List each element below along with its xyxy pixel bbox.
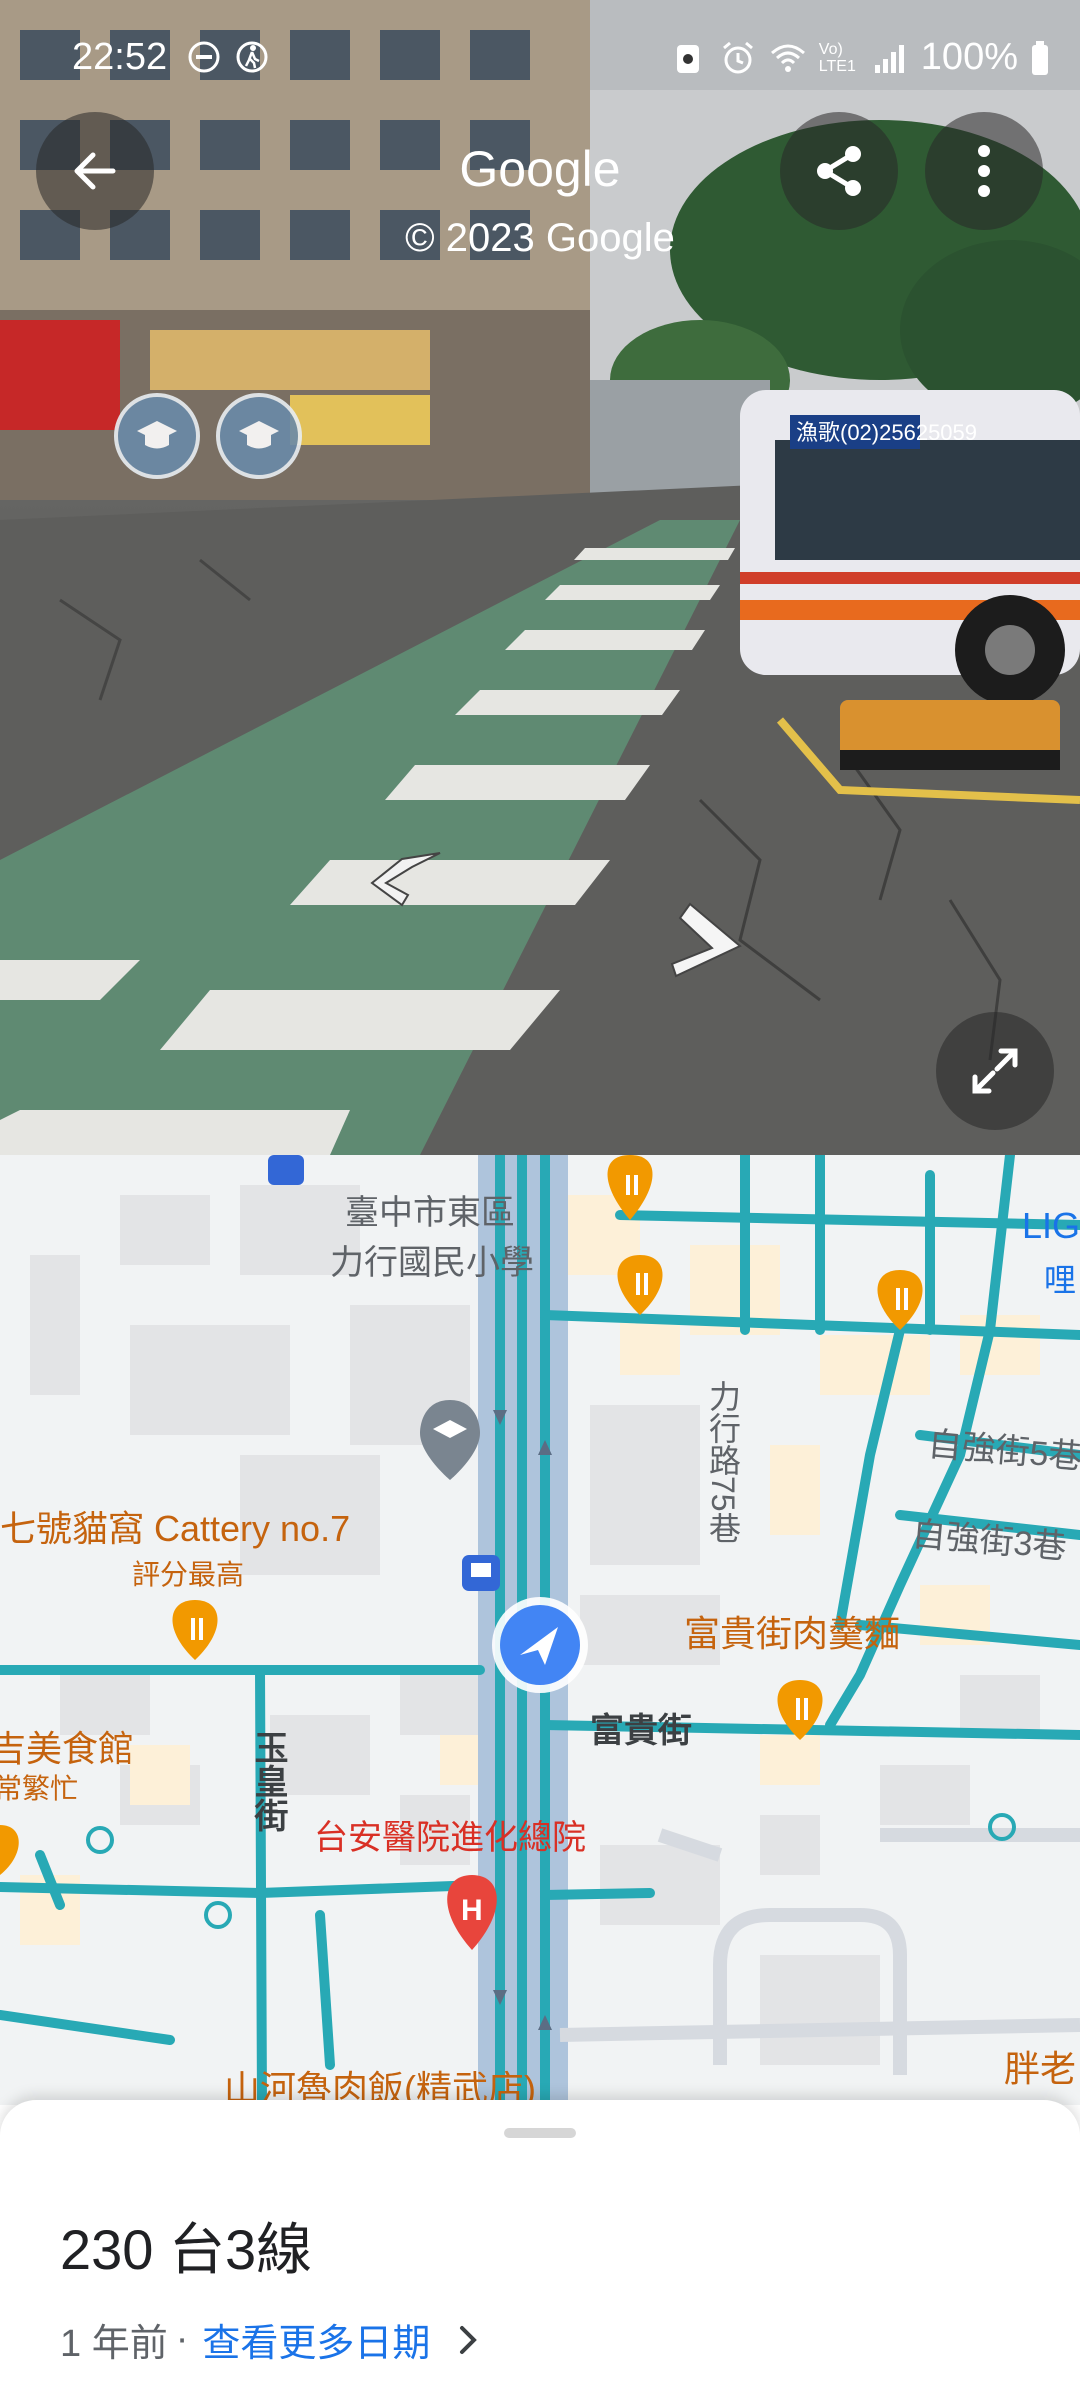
copyright-text: © 2023 Google xyxy=(405,216,675,260)
more-vertical-icon xyxy=(978,145,990,197)
map-label-light[interactable]: LIG xyxy=(1022,1205,1080,1247)
status-left-icons xyxy=(185,38,271,76)
expand-icon xyxy=(972,1048,1018,1094)
school-marker[interactable] xyxy=(114,393,200,479)
walking-icon xyxy=(236,41,268,73)
navigate-left-arrow[interactable] xyxy=(362,845,452,915)
map-label-food-hall[interactable]: 吉美食館 xyxy=(0,1720,134,1772)
chevron-right-icon[interactable] xyxy=(448,2320,488,2360)
alarm-icon xyxy=(722,41,753,73)
battery-icon xyxy=(1032,40,1048,75)
map-view[interactable]: H 臺中市東區 力行國民小學 七號貓窩 Cattery no.7 評分最高 力行… xyxy=(0,1155,1080,2105)
place-bottom-sheet[interactable]: 230 台3線 1 年前 · 查看更多日期 xyxy=(0,2100,1080,2400)
status-bar: 22:52 Vo) LTE1 100% xyxy=(0,0,1080,88)
network-type: Vo) LTE1 xyxy=(818,40,856,75)
svg-text:H: H xyxy=(461,1894,483,1927)
nfc-icon xyxy=(676,44,699,73)
street-view-title: Google xyxy=(459,141,621,197)
map-canvas: H xyxy=(0,1155,1080,2105)
map-label-light-sub: 哩 xyxy=(1044,1262,1077,1298)
share-button[interactable] xyxy=(780,112,898,230)
map-label-pang[interactable]: 胖老 xyxy=(1004,2040,1076,2092)
status-right-icons: Vo) LTE1 100% xyxy=(669,36,1050,79)
more-dates-link[interactable]: 查看更多日期 xyxy=(202,2312,430,2367)
bus-stop-icon[interactable] xyxy=(268,1155,304,1185)
more-options-button[interactable] xyxy=(925,112,1043,230)
share-icon xyxy=(817,146,861,196)
separator-dot: · xyxy=(175,2318,189,2360)
map-label-cattery[interactable]: 七號貓窩 Cattery no.7 xyxy=(0,1500,350,1552)
map-label-cattery-sub: 評分最高 xyxy=(132,1559,245,1590)
bus-sign-text: 漁歌(02)25625059 xyxy=(796,420,977,445)
map-label-yuhuang: 玉皇街 xyxy=(249,1730,287,1832)
wifi-icon xyxy=(770,44,805,72)
map-label-braised-pork[interactable]: 山河魯肉飯(精武店) xyxy=(224,2060,536,2105)
imagery-age: 1 年前 xyxy=(60,2323,168,2365)
map-label-hospital[interactable]: 台安醫院進化總院 xyxy=(314,1810,586,1859)
do-not-disturb-icon xyxy=(188,41,220,73)
map-label-fugui-noodle[interactable]: 富貴街肉羹麵 xyxy=(684,1605,900,1657)
status-time: 22:52 xyxy=(72,36,168,78)
map-label-food-hall-sub: 常繁忙 xyxy=(0,1773,79,1804)
school-icon xyxy=(239,421,279,449)
map-label-school-name[interactable]: 力行國民小學 xyxy=(330,1235,534,1284)
signal-icon xyxy=(874,44,904,73)
map-label-school-district: 臺中市東區 xyxy=(345,1194,515,1232)
map-label-fugui-street: 富貴街 xyxy=(590,1712,692,1750)
school-icon xyxy=(137,421,177,449)
expand-button[interactable] xyxy=(936,1012,1054,1130)
sheet-drag-handle[interactable] xyxy=(504,2128,576,2138)
imagery-date-row: 1 年前 · 查看更多日期 xyxy=(60,2312,488,2367)
street-view-panorama[interactable]: 漁歌(02)25625059 22:52 Vo) LTE1 100% Googl… xyxy=(0,0,1080,1155)
place-title: 230 台3線 xyxy=(60,2218,313,2281)
map-label-lane75: 力行路75巷 xyxy=(705,1380,741,1544)
school-pin[interactable] xyxy=(420,1400,480,1480)
navigate-right-arrow[interactable] xyxy=(660,900,750,980)
battery-percent: 100% xyxy=(920,36,1018,78)
school-marker[interactable] xyxy=(216,393,302,479)
